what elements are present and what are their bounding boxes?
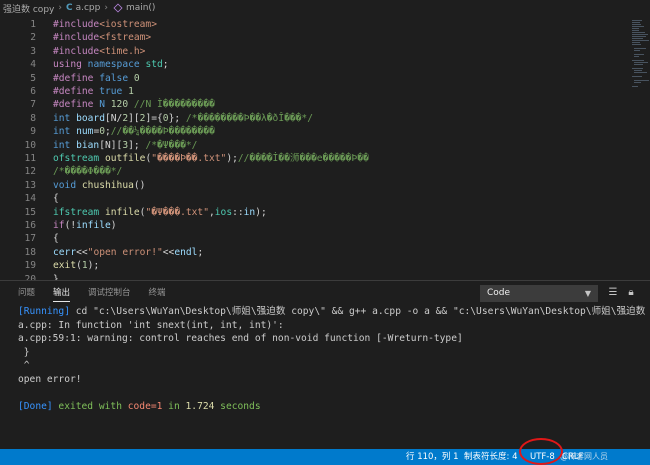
status-cursor-position[interactable]: 行 110，列 1 — [406, 449, 459, 465]
output-line: [Running] cd "c:\Users\WuYan\Desktop\师姐\… — [18, 306, 650, 317]
tab-output[interactable]: 输出 — [53, 281, 71, 305]
clear-output-icon[interactable]: ☰ — [606, 286, 620, 300]
tab-problems[interactable]: 问题 — [18, 281, 35, 305]
chevron-down-icon: ▼ — [584, 289, 591, 298]
output-line: [Done] exited with code=1 in 1.724 secon… — [18, 400, 261, 412]
output-log[interactable]: [Running] cd "c:\Users\WuYan\Desktop\师姐\… — [18, 305, 650, 413]
lock-icon[interactable]: 🔒︎ — [624, 286, 638, 300]
chevron-right-icon: › — [104, 3, 108, 13]
chevron-right-icon: › — [58, 3, 62, 13]
status-tab-size[interactable]: 制表符长度: 4 — [464, 449, 517, 465]
output-channel-select[interactable]: Code ▼ — [480, 285, 598, 302]
output-line: a.cpp:59:1: warning: control reaches end… — [18, 333, 463, 344]
breadcrumb-file[interactable]: a.cpp — [76, 3, 101, 13]
output-line: } — [18, 346, 30, 358]
output-line: a.cpp: In function 'int snext(int, int, … — [18, 319, 284, 331]
breadcrumb-symbol[interactable]: main() — [126, 3, 156, 13]
status-bar: 行 110，列 1 制表符长度: 4 UTF-8 CRLF — [0, 449, 650, 465]
panel-tabs: 问题 输出 调试控制台 终端 — [0, 281, 184, 305]
breadcrumb-folder[interactable]: 强迫数 copy — [3, 2, 54, 15]
breadcrumb: 强迫数 copy › C a.cpp › main() — [0, 0, 650, 16]
code-editor[interactable]: 1 #include<iostream> 2 #include<fstream> 3… — [0, 16, 650, 280]
output-line: ^ — [18, 360, 30, 371]
watermark: @稀客网人员 — [560, 452, 608, 461]
bottom-panel: 问题 输出 调试控制台 终端 Code ▼ ☰ 🔒︎ [Running] cd … — [0, 280, 650, 449]
output-line: open error! — [18, 373, 82, 385]
tab-debug-console[interactable]: 调试控制台 — [88, 281, 131, 305]
minimap[interactable] — [630, 16, 650, 276]
method-cube-icon — [113, 3, 123, 13]
tab-terminal[interactable]: 终端 — [149, 281, 166, 305]
output-channel-value: Code — [487, 288, 511, 298]
cpp-file-icon: C — [65, 3, 73, 13]
status-encoding[interactable]: UTF-8 — [530, 449, 555, 465]
